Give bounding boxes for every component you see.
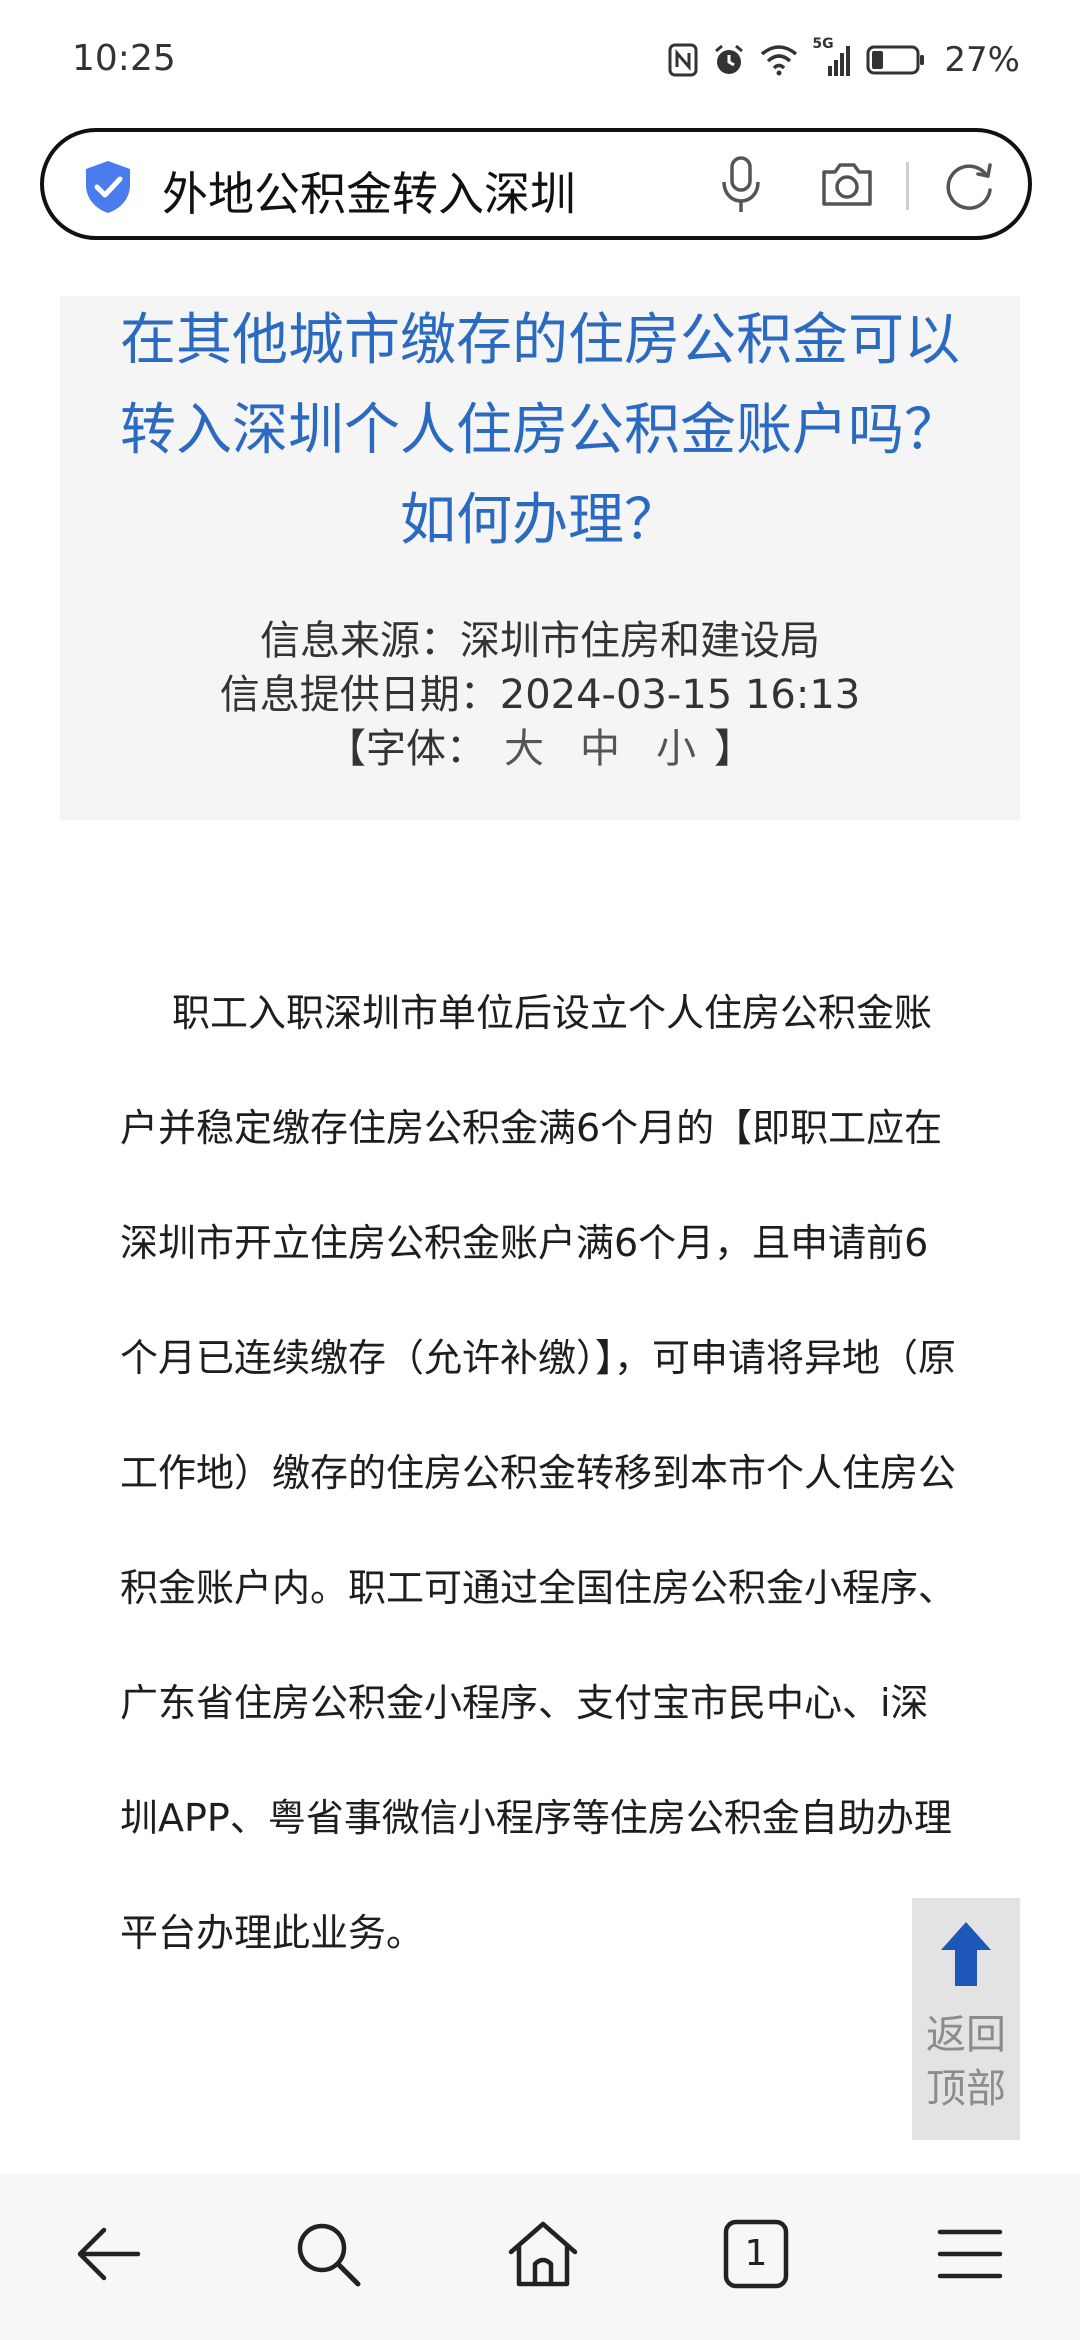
font-size-medium-link[interactable]: 中 bbox=[580, 726, 620, 772]
font-size-large-link[interactable]: 大 bbox=[504, 726, 544, 772]
status-time: 10:25 bbox=[72, 38, 176, 79]
article-body: 职工入职深圳市单位后设立个人住房公积金账户并稳定缴存住房公积金满6个月的【即职工… bbox=[120, 991, 957, 1955]
article-source: 信息来源：深圳市住房和建设局 bbox=[260, 618, 820, 664]
cellular-signal-icon: 5G bbox=[812, 36, 852, 78]
nfc-icon bbox=[668, 43, 698, 77]
font-label-open: 【字体： bbox=[326, 726, 486, 772]
article-header: 在其他城市缴存的住房公积金可以转入深圳个人住房公积金账户吗？如何办理？ 信息来源… bbox=[60, 296, 1020, 820]
back-arrow-icon bbox=[77, 2227, 141, 2281]
font-size-small-link[interactable]: 小 bbox=[656, 726, 696, 772]
security-shield-icon[interactable] bbox=[80, 158, 136, 220]
voice-search-icon[interactable] bbox=[716, 154, 766, 220]
back-to-top-button[interactable]: 返回顶部 bbox=[912, 1898, 1020, 2140]
address-search-bar[interactable]: 外地公积金转入深圳 bbox=[40, 128, 1032, 240]
tab-count: 1 bbox=[744, 2233, 768, 2274]
arrow-up-icon bbox=[939, 1918, 993, 1994]
article-date: 信息提供日期：2024-03-15 16:13 bbox=[219, 672, 861, 718]
menu-icon bbox=[937, 2229, 1003, 2279]
back-button[interactable] bbox=[68, 2214, 148, 2294]
status-bar: 10:25 5G 27% bbox=[0, 0, 1080, 120]
search-query-text[interactable]: 外地公积金转入深圳 bbox=[162, 158, 576, 224]
wifi-icon bbox=[760, 44, 798, 76]
font-label-close: 】 bbox=[714, 726, 754, 772]
back-to-top-label: 返回顶部 bbox=[926, 2012, 1006, 2112]
browser-page: 10:25 5G 27% 外地公积金转入深圳 在其他城市缴存的住房公积金可以转入… bbox=[0, 0, 1080, 2340]
search-divider bbox=[906, 162, 909, 210]
tabs-button[interactable]: 1 bbox=[716, 2214, 796, 2294]
home-icon bbox=[508, 2221, 578, 2287]
status-icons: 5G 27% bbox=[668, 36, 1020, 82]
menu-button[interactable] bbox=[932, 2214, 1012, 2294]
search-button[interactable] bbox=[288, 2214, 368, 2294]
article-title: 在其他城市缴存的住房公积金可以转入深圳个人住房公积金账户吗？如何办理？ bbox=[120, 308, 960, 553]
home-button[interactable] bbox=[503, 2214, 583, 2294]
alarm-icon bbox=[712, 43, 746, 77]
font-size-selector: 【字体： 大中小】 bbox=[60, 716, 1020, 774]
battery-icon bbox=[866, 44, 926, 76]
battery-percent: 27% bbox=[944, 40, 1020, 80]
bottom-navigation: 1 bbox=[0, 2174, 1080, 2340]
search-icon bbox=[297, 2223, 361, 2287]
refresh-icon[interactable] bbox=[938, 154, 1000, 220]
camera-search-icon[interactable] bbox=[818, 156, 876, 216]
